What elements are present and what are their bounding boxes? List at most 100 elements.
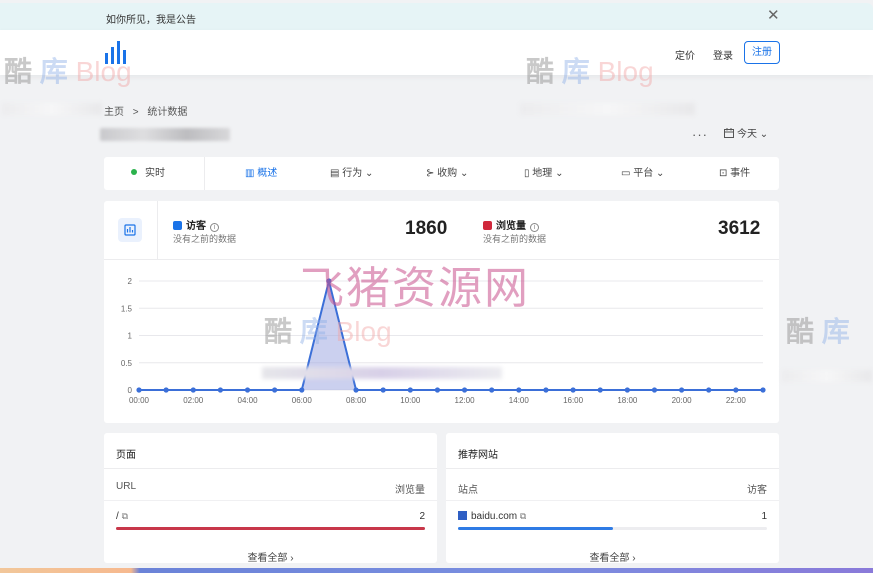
list-item[interactable]: baidu.com ⧉ (458, 511, 526, 522)
x-tick-label: 00:00 (129, 396, 150, 405)
announcement-text: 如你所见，我是公告 (106, 15, 196, 26)
panel-divider (446, 468, 779, 469)
progress-fill (458, 527, 613, 530)
referrers-panel: 推荐网站 站点 访客 baidu.com ⧉ 1 查看全部 › (446, 433, 779, 564)
y-tick-label: 2 (128, 277, 133, 286)
y-tick-label: 1.5 (121, 304, 133, 313)
visitors-sub: 没有之前的数据 (173, 234, 237, 244)
watermark-blur (782, 370, 872, 382)
x-tick-label: 08:00 (346, 396, 367, 405)
tab-divider (204, 157, 205, 190)
data-point (760, 387, 766, 393)
data-point (272, 387, 278, 393)
device-icon: ▭ (621, 168, 631, 179)
pages-panel: 页面 URL 浏览量 / ⧉ 2 查看全部 › (104, 433, 437, 564)
data-point (733, 387, 739, 393)
tab-acquisition[interactable]: ⊱ 收购 ⌄ (426, 157, 468, 190)
tab-realtime[interactable]: 实时 (131, 157, 165, 190)
data-point (651, 387, 658, 393)
progress-fill (116, 527, 425, 530)
view-all-referrers-link[interactable]: 查看全部 › (446, 549, 779, 564)
data-point (570, 387, 576, 393)
referrer-site: baidu.com (471, 511, 518, 522)
data-point (624, 387, 630, 393)
tab-overview[interactable]: ▥ 概述 (245, 157, 277, 190)
x-tick-label: 18:00 (617, 396, 638, 405)
data-point (516, 387, 522, 393)
chevron-down-icon: ⌄ (459, 168, 469, 179)
tab-events[interactable]: ⊡ 事件 (719, 157, 750, 190)
date-range-label: 今天 (737, 129, 757, 140)
pages-col-views: 浏览量 (395, 485, 425, 496)
y-tick-label: 0 (128, 386, 133, 395)
pages-panel-title: 页面 (116, 450, 136, 461)
chevron-right-icon: › (290, 553, 294, 564)
view-all-pages-link[interactable]: 查看全部 › (104, 549, 437, 564)
data-point (679, 387, 685, 393)
external-link-icon[interactable]: ⧉ (520, 511, 526, 521)
data-point (597, 387, 603, 393)
x-tick-label: 12:00 (455, 396, 476, 405)
watermark: 酷 库 (786, 316, 850, 347)
x-tick-label: 06:00 (292, 396, 313, 405)
progress-track (116, 527, 425, 530)
breadcrumb-home[interactable]: 主页 (104, 107, 124, 118)
referrers-col-site: 站点 (458, 485, 478, 496)
list-icon: ▤ (330, 168, 340, 179)
pageviews-label: 浏览量 i (483, 217, 539, 232)
bar-chart-icon (124, 224, 136, 236)
list-item[interactable]: / ⧉ (116, 511, 128, 522)
more-options-button[interactable]: ··· (692, 127, 708, 142)
chart-toggle-button[interactable] (118, 218, 142, 242)
panel-divider (104, 468, 437, 469)
breadcrumb-separator: > (132, 107, 139, 118)
tab-behavior[interactable]: ▤ 行为 ⌄ (330, 157, 373, 190)
tab-platform[interactable]: ▭ 平台 ⌄ (621, 157, 664, 190)
data-point (543, 387, 549, 393)
chevron-down-icon: ⌄ (759, 129, 769, 140)
watermark-blur (520, 103, 695, 115)
pageviews-color-swatch (483, 221, 492, 230)
signup-button[interactable]: 注册 (744, 41, 780, 64)
site-name-blurred (100, 128, 230, 141)
tab-behavior-label: 行为 (342, 168, 363, 179)
data-point (353, 387, 359, 393)
chevron-down-icon: ⌄ (555, 168, 564, 179)
tab-overview-label: 概述 (257, 168, 278, 179)
data-point (489, 387, 495, 393)
target-icon: ⊡ (719, 168, 728, 179)
data-point (407, 387, 413, 393)
bottom-decoration (0, 568, 873, 573)
info-icon[interactable]: i (530, 223, 539, 232)
watermark: 酷 库 Blog (264, 316, 392, 347)
chart-icon: ▥ (245, 168, 255, 179)
breadcrumb: 主页 > 统计数据 (104, 103, 193, 118)
panel-divider (446, 500, 779, 501)
live-dot-icon (131, 169, 137, 175)
date-range-button[interactable]: 今天 ⌄ (718, 124, 774, 146)
data-point (434, 387, 441, 393)
chevron-right-icon: › (632, 553, 636, 564)
chevron-down-icon: ⌄ (656, 168, 665, 179)
external-link-icon[interactable]: ⧉ (122, 511, 128, 521)
page-url: / (116, 511, 119, 522)
close-icon[interactable]: ✕ (767, 8, 780, 23)
tab-events-label: 事件 (730, 168, 751, 179)
data-point (190, 387, 196, 393)
stats-tab-bar: 实时 ▥ 概述 ▤ 行为 ⌄ ⊱ 收购 ⌄ ▯ 地理 ⌄ ▭ 平台 ⌄ ⊡ 事件 (104, 157, 779, 190)
tab-geography-label: 地理 (532, 168, 553, 179)
x-tick-label: 16:00 (563, 396, 584, 405)
data-point (299, 387, 305, 393)
pricing-link[interactable]: 定价 (675, 47, 695, 62)
panel-divider (104, 500, 437, 501)
calendar-icon (724, 128, 734, 138)
map-icon: ▯ (524, 168, 530, 179)
tab-realtime-label: 实时 (145, 168, 165, 179)
info-icon[interactable]: i (210, 223, 219, 232)
data-point (380, 387, 386, 393)
view-all-label: 查看全部 (247, 553, 288, 564)
tab-geography[interactable]: ▯ 地理 ⌄ (524, 157, 563, 190)
data-point (706, 387, 712, 393)
watermark-blur (2, 103, 102, 115)
login-link[interactable]: 登录 (713, 47, 733, 62)
